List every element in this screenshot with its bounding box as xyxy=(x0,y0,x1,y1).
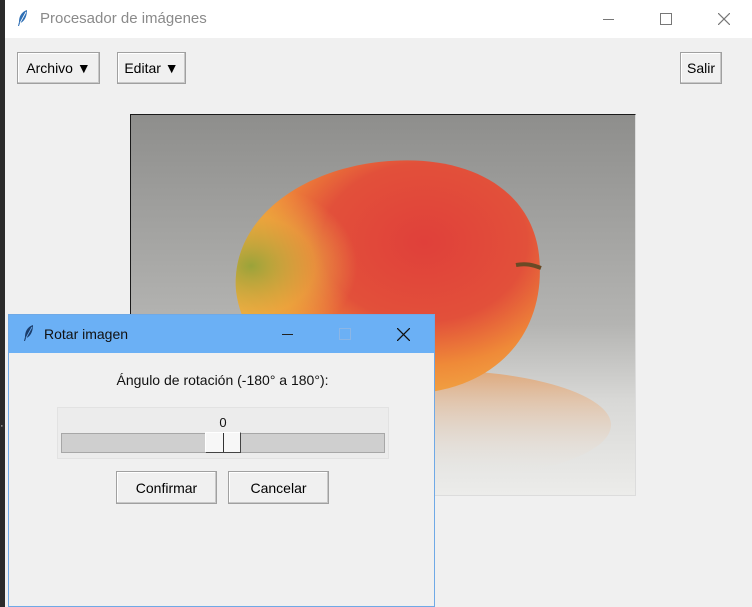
minimize-icon[interactable] xyxy=(585,0,631,38)
feather-icon xyxy=(17,9,29,32)
archivo-menu-button[interactable]: Archivo ▼ xyxy=(17,52,100,84)
slider-thumb[interactable] xyxy=(205,432,241,453)
background-fragment: · xyxy=(0,420,4,432)
maximize-icon[interactable] xyxy=(643,0,689,38)
editar-menu-button[interactable]: Editar ▼ xyxy=(117,52,186,84)
slider-value: 0 xyxy=(219,415,227,430)
confirm-button[interactable]: Confirmar xyxy=(116,471,217,504)
feather-icon xyxy=(23,324,35,347)
close-icon[interactable] xyxy=(701,0,747,38)
salir-button[interactable]: Salir xyxy=(680,52,722,84)
dialog-titlebar[interactable]: Rotar imagen xyxy=(9,315,434,353)
main-titlebar[interactable]: Procesador de imágenes xyxy=(5,0,752,38)
window-title: Procesador de imágenes xyxy=(40,10,207,27)
close-icon[interactable] xyxy=(380,315,426,353)
dialog-title: Rotar imagen xyxy=(44,326,129,342)
maximize-icon[interactable] xyxy=(322,315,368,353)
cancel-button[interactable]: Cancelar xyxy=(228,471,329,504)
angle-label: Ángulo de rotación (-180° a 180°): xyxy=(116,372,329,388)
rotate-dialog: Rotar imagen Ángulo de rotación (-180° a… xyxy=(8,314,435,607)
rotation-slider[interactable]: 0 xyxy=(57,407,389,459)
minimize-icon[interactable] xyxy=(264,315,310,353)
